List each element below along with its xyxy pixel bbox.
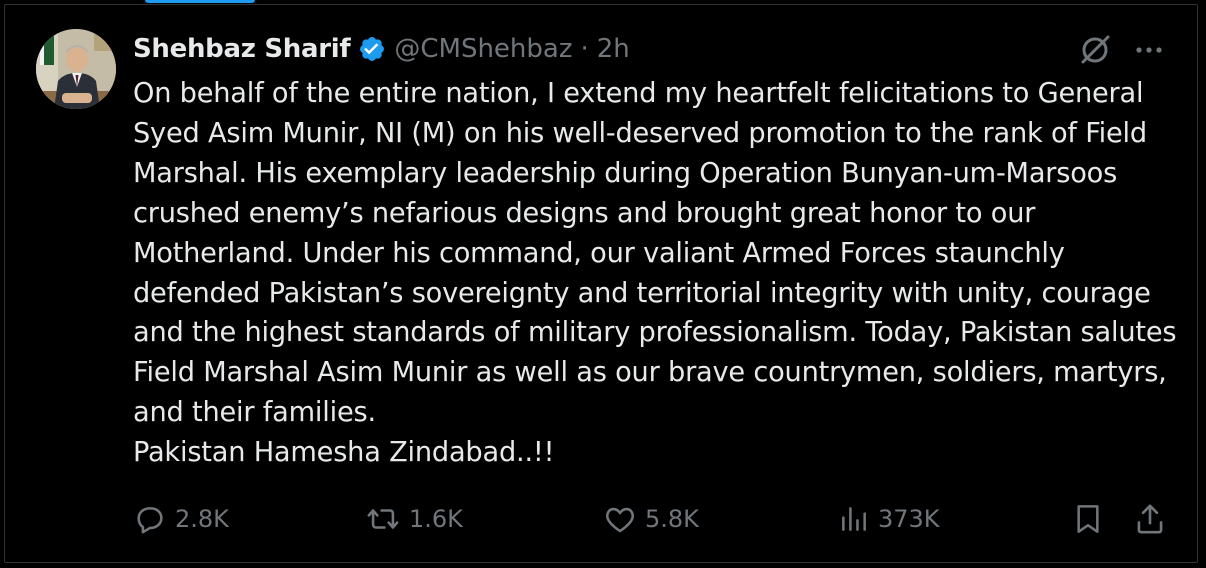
separator-dot: · (580, 34, 589, 64)
verified-badge-icon (358, 35, 386, 63)
reply-icon (133, 502, 167, 536)
author-handle[interactable]: @CMShehbaz (394, 34, 572, 64)
bookmark-button[interactable] (1072, 496, 1104, 542)
views-button[interactable]: 373K (838, 496, 940, 542)
repost-icon (365, 502, 401, 536)
share-icon (1133, 501, 1167, 537)
top-tab-indicator (145, 0, 255, 3)
views-count: 373K (878, 505, 940, 533)
profile-photo (36, 29, 116, 109)
repost-count: 1.6K (409, 505, 463, 533)
like-button[interactable]: 5.8K (603, 496, 699, 542)
heart-icon (603, 502, 637, 536)
reply-count: 2.8K (175, 505, 229, 533)
tweet-paragraph: On behalf of the entire nation, I extend… (133, 78, 1177, 429)
grok-icon[interactable] (1078, 33, 1112, 67)
more-icon[interactable] (1132, 38, 1166, 62)
share-button[interactable] (1133, 496, 1167, 542)
author-name[interactable]: Shehbaz Sharif (133, 34, 351, 64)
views-icon (838, 502, 870, 536)
avatar[interactable] (36, 29, 116, 109)
reply-button[interactable]: 2.8K (133, 496, 229, 542)
tweet-actions: 2.8K 1.6K 5.8K 373K (0, 496, 1206, 542)
like-count: 5.8K (645, 505, 699, 533)
tweet-timestamp[interactable]: 2h (597, 34, 630, 64)
tweet-text: On behalf of the entire nation, I extend… (133, 74, 1181, 473)
tweet-header: Shehbaz Sharif @CMShehbaz · 2h (133, 31, 630, 67)
repost-button[interactable]: 1.6K (365, 496, 463, 542)
bookmark-icon (1072, 501, 1104, 537)
tweet-paragraph: Pakistan Hamesha Zindabad..!! (133, 437, 555, 469)
